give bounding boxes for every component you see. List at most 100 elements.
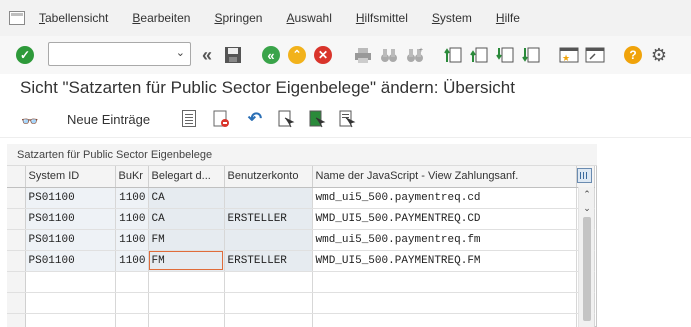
menu-tabellensicht[interactable]: Tabellensicht: [39, 11, 108, 25]
cell-bukr: 1100: [115, 229, 149, 251]
cell-js-name[interactable]: WMD_UI5_500.PAYMENTREQ.FM: [312, 250, 577, 272]
cell-bukr: 1100: [115, 208, 149, 230]
next-page-icon[interactable]: [494, 44, 516, 66]
scrollbar-thumb[interactable]: [583, 217, 591, 321]
row-selector[interactable]: [7, 250, 26, 272]
cancel-icon[interactable]: ✕: [312, 44, 334, 66]
delete-icon[interactable]: [210, 108, 232, 130]
vertical-scrollbar[interactable]: ⌃ ⌄: [578, 187, 594, 327]
row-selector[interactable]: [7, 208, 26, 230]
cell-empty[interactable]: [148, 292, 225, 314]
cell-empty[interactable]: [115, 313, 149, 327]
customize-layout-icon[interactable]: ⚙: [648, 44, 670, 66]
menu-hilfsmittel[interactable]: Hilfsmittel: [356, 11, 408, 25]
table-title: Satzarten für Public Sector Eigenbelege: [7, 144, 597, 166]
cell-empty[interactable]: [148, 313, 225, 327]
table-row: PS01100 1100 CA ERSTELLER WMD_UI5_500.PA…: [7, 208, 595, 230]
table-row: PS01100 1100 FM wmd_ui5_500.paymentreq.f…: [7, 229, 595, 251]
cell-benutzerkonto: ERSTELLER: [224, 208, 313, 230]
table-row-empty: [7, 292, 595, 314]
enter-icon[interactable]: ✓: [14, 44, 36, 66]
cell-empty[interactable]: [25, 271, 116, 293]
cell-empty[interactable]: [115, 271, 149, 293]
cell-bukr: 1100: [115, 187, 149, 209]
previous-page-icon[interactable]: [468, 44, 490, 66]
cell-belegart: CA: [148, 187, 225, 209]
menu-system[interactable]: System: [432, 11, 472, 25]
cell-empty[interactable]: [224, 271, 313, 293]
select-block-icon[interactable]: [306, 108, 328, 130]
table-row-empty: [7, 271, 595, 293]
cell-empty[interactable]: [148, 271, 225, 293]
back-arrows-icon[interactable]: «: [196, 44, 218, 66]
cell-system-id: PS01100: [25, 229, 116, 251]
table-settings-icon[interactable]: [577, 168, 592, 183]
cell-empty[interactable]: [25, 292, 116, 314]
table-row-empty: [7, 313, 595, 327]
display-change-icon[interactable]: 👓: [19, 110, 41, 132]
undo-icon[interactable]: ↶: [244, 108, 266, 130]
cell-empty[interactable]: [224, 292, 313, 314]
row-selector[interactable]: [7, 271, 26, 293]
exit-icon[interactable]: ⌃: [286, 44, 308, 66]
save-icon[interactable]: [222, 44, 244, 66]
print-icon[interactable]: [352, 44, 374, 66]
cell-system-id: PS01100: [25, 208, 116, 230]
deselect-all-icon[interactable]: [336, 108, 358, 130]
cell-system-id: PS01100: [25, 250, 116, 272]
cell-js-name[interactable]: wmd_ui5_500.paymentreq.cd: [312, 187, 577, 209]
menu-hilfe[interactable]: Hilfe: [496, 11, 520, 25]
copy-as-icon[interactable]: [182, 110, 196, 127]
table-row: PS01100 1100 CA wmd_ui5_500.paymentreq.c…: [7, 187, 595, 209]
menu-bearbeiten[interactable]: Bearbeiten: [132, 11, 190, 25]
cell-benutzerkonto: ERSTELLER: [224, 250, 313, 272]
cell-empty[interactable]: [25, 313, 116, 327]
row-selector[interactable]: [7, 313, 26, 327]
column-header-system-id[interactable]: System ID: [25, 166, 116, 188]
column-header-belegart[interactable]: Belegart d...: [148, 166, 225, 188]
menu-auswahl[interactable]: Auswahl: [286, 11, 331, 25]
table-row: PS01100 1100 FM ERSTELLER WMD_UI5_500.PA…: [7, 250, 595, 272]
column-header-bukr[interactable]: BuKr: [115, 166, 149, 188]
scroll-down-icon[interactable]: ⌄: [582, 203, 592, 213]
svg-text:★: ★: [562, 53, 570, 63]
select-all-column-header[interactable]: [7, 166, 26, 188]
cell-empty[interactable]: [312, 271, 577, 293]
window-menu-icon[interactable]: [9, 11, 25, 25]
cell-system-id: PS01100: [25, 187, 116, 209]
menu-bar: Tabellensicht Bearbeiten Springen Auswah…: [0, 0, 691, 36]
create-session-icon[interactable]: ★: [558, 44, 580, 66]
find-next-icon[interactable]: +: [404, 44, 426, 66]
cell-bukr: 1100: [115, 250, 149, 272]
cell-belegart: CA: [148, 208, 225, 230]
first-page-icon[interactable]: [442, 44, 464, 66]
row-selector[interactable]: [7, 292, 26, 314]
chevron-down-icon[interactable]: ⌄: [176, 46, 185, 59]
cell-benutzerkonto: [224, 187, 313, 209]
back-icon[interactable]: «: [260, 44, 282, 66]
row-selector[interactable]: [7, 187, 26, 209]
cell-empty[interactable]: [312, 313, 577, 327]
scroll-up-icon[interactable]: ⌃: [582, 189, 592, 199]
select-all-icon[interactable]: [275, 108, 297, 130]
column-header-benutzerkonto[interactable]: Benutzerkonto: [224, 166, 313, 188]
cell-benutzerkonto: [224, 229, 313, 251]
cell-js-name[interactable]: WMD_UI5_500.PAYMENTREQ.CD: [312, 208, 577, 230]
last-page-icon[interactable]: [520, 44, 542, 66]
new-entries-button[interactable]: Neue Einträge: [67, 112, 150, 127]
find-icon[interactable]: [378, 44, 400, 66]
command-field[interactable]: ⌄: [48, 42, 191, 66]
cell-empty[interactable]: [115, 292, 149, 314]
cell-empty[interactable]: [312, 292, 577, 314]
cell-js-name[interactable]: wmd_ui5_500.paymentreq.fm: [312, 229, 577, 251]
row-selector[interactable]: [7, 229, 26, 251]
menu-springen[interactable]: Springen: [214, 11, 262, 25]
cell-empty[interactable]: [224, 313, 313, 327]
cell-belegart-focused[interactable]: FM: [148, 250, 225, 272]
cell-belegart: FM: [148, 229, 225, 251]
shortcut-icon[interactable]: [584, 44, 606, 66]
svg-text:+: +: [419, 47, 423, 54]
column-header-js-name[interactable]: Name der JavaScript - View Zahlungsanf.: [312, 166, 577, 188]
help-icon[interactable]: ?: [622, 44, 644, 66]
entries-table: System ID BuKr Belegart d... Benutzerkon…: [7, 166, 595, 327]
